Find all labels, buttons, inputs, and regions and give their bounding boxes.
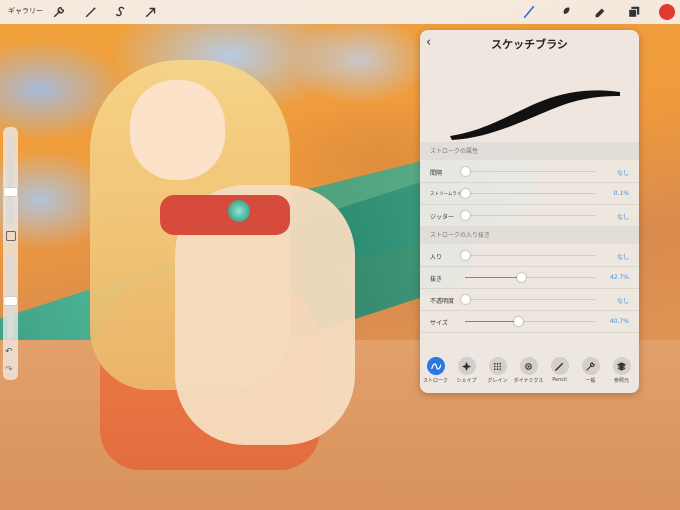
setting-label: 抜き xyxy=(430,276,443,283)
layers-icon[interactable] xyxy=(625,3,643,21)
section-label: ストロークの属性 xyxy=(430,148,479,155)
setting-value: なし xyxy=(616,254,629,261)
setting-label: 入り xyxy=(430,254,443,261)
setting-value: 42.7% xyxy=(609,274,629,281)
shape-icon xyxy=(457,357,476,375)
tab-source[interactable]: 参照元 xyxy=(608,353,635,393)
section-label: ストロークの入り抜き xyxy=(430,232,491,239)
setting-slider-handle[interactable] xyxy=(461,295,470,304)
setting-label: ジッター xyxy=(430,214,455,221)
tab-pencil[interactable]: Pencil xyxy=(546,353,573,393)
setting-slider-handle[interactable] xyxy=(513,317,523,326)
setting-value: なし xyxy=(616,170,629,177)
setting-slider-handle[interactable] xyxy=(461,251,470,260)
brush-opacity-slider[interactable] xyxy=(4,255,17,339)
setting-slider-handle[interactable] xyxy=(461,211,470,220)
tab-dynamics[interactable]: ダイナミクス xyxy=(514,353,543,393)
setting-value: なし xyxy=(616,298,629,305)
setting-slider[interactable] xyxy=(465,317,595,326)
setting-label: 不透明度 xyxy=(430,298,455,305)
gallery-button[interactable]: ギャラリー xyxy=(8,6,43,16)
panel-title: スケッチブラシ xyxy=(491,38,568,51)
tab-grain[interactable]: グレイン xyxy=(484,353,511,393)
selection-s-icon[interactable] xyxy=(112,3,130,21)
canvas-girl-top xyxy=(160,195,290,235)
left-sidebar: ↶ ↷ xyxy=(3,127,18,380)
setting-slider-handle[interactable] xyxy=(461,189,470,198)
dynamics-icon xyxy=(519,357,538,375)
setting-value: 40.7% xyxy=(609,318,629,325)
tab-label: 参照元 xyxy=(613,378,629,384)
general-icon xyxy=(581,357,600,375)
magic-wand-icon[interactable] xyxy=(82,3,100,21)
top-toolbar: ギャラリー xyxy=(0,0,680,24)
setting-label: 間隔 xyxy=(430,170,443,177)
pencil-icon xyxy=(550,357,569,375)
source-icon xyxy=(612,357,631,375)
brush-settings-panel: ‹ スケッチブラシ ストロークの属性 間隔 なし ストリームライン 0.1% ジッター なし… xyxy=(420,30,639,393)
setting-row: ジッター なし xyxy=(420,204,639,227)
setting-row: 抜き 42.7% xyxy=(420,266,639,289)
setting-slider-handle[interactable] xyxy=(516,273,526,282)
redo-icon[interactable]: ↷ xyxy=(5,365,13,375)
setting-slider[interactable] xyxy=(461,167,595,176)
canvas-girl-face xyxy=(130,80,225,180)
setting-slider-fill xyxy=(465,321,518,322)
tab-stroke[interactable]: ストローク xyxy=(422,353,449,393)
undo-icon[interactable]: ↶ xyxy=(5,347,13,357)
canvas-girl-gem xyxy=(228,200,250,222)
setting-slider[interactable] xyxy=(461,189,595,198)
setting-value: 0.1% xyxy=(613,190,629,197)
setting-slider[interactable] xyxy=(461,211,595,220)
tab-general[interactable]: 一般 xyxy=(577,353,604,393)
setting-label: サイズ xyxy=(430,320,448,327)
setting-row: 不透明度 なし xyxy=(420,288,639,311)
section-header: ストロークの入り抜き xyxy=(420,226,639,244)
tab-shape[interactable]: シェイプ xyxy=(453,353,480,393)
color-picker-button[interactable] xyxy=(659,4,675,20)
smudge-icon[interactable] xyxy=(556,3,574,21)
eraser-icon[interactable] xyxy=(591,3,609,21)
setting-row: サイズ 40.7% xyxy=(420,310,639,333)
stroke-preview xyxy=(450,90,620,140)
setting-slider-fill xyxy=(465,277,521,278)
arrow-icon[interactable] xyxy=(142,3,160,21)
wrench-icon[interactable] xyxy=(50,3,68,21)
setting-row: 間隔 なし xyxy=(420,160,639,183)
brush-opacity-handle[interactable] xyxy=(4,296,17,305)
setting-row: 入り なし xyxy=(420,244,639,267)
grain-icon xyxy=(488,357,507,375)
setting-slider[interactable] xyxy=(465,273,595,282)
brush-size-slider[interactable] xyxy=(4,133,17,225)
stroke-icon xyxy=(426,357,445,375)
settings-tabs: ストローク シェイプ グレイン ダイナミクス Pencil 一般参照元 xyxy=(420,353,639,393)
brush-icon[interactable] xyxy=(520,3,538,21)
modify-button[interactable] xyxy=(6,231,16,241)
setting-slider-handle[interactable] xyxy=(461,167,470,176)
setting-value: なし xyxy=(616,214,629,221)
section-header: ストロークの属性 xyxy=(420,142,639,160)
setting-slider[interactable] xyxy=(461,295,595,304)
brush-size-handle[interactable] xyxy=(4,187,17,196)
setting-slider[interactable] xyxy=(461,251,595,260)
setting-row: ストリームライン 0.1% xyxy=(420,182,639,205)
